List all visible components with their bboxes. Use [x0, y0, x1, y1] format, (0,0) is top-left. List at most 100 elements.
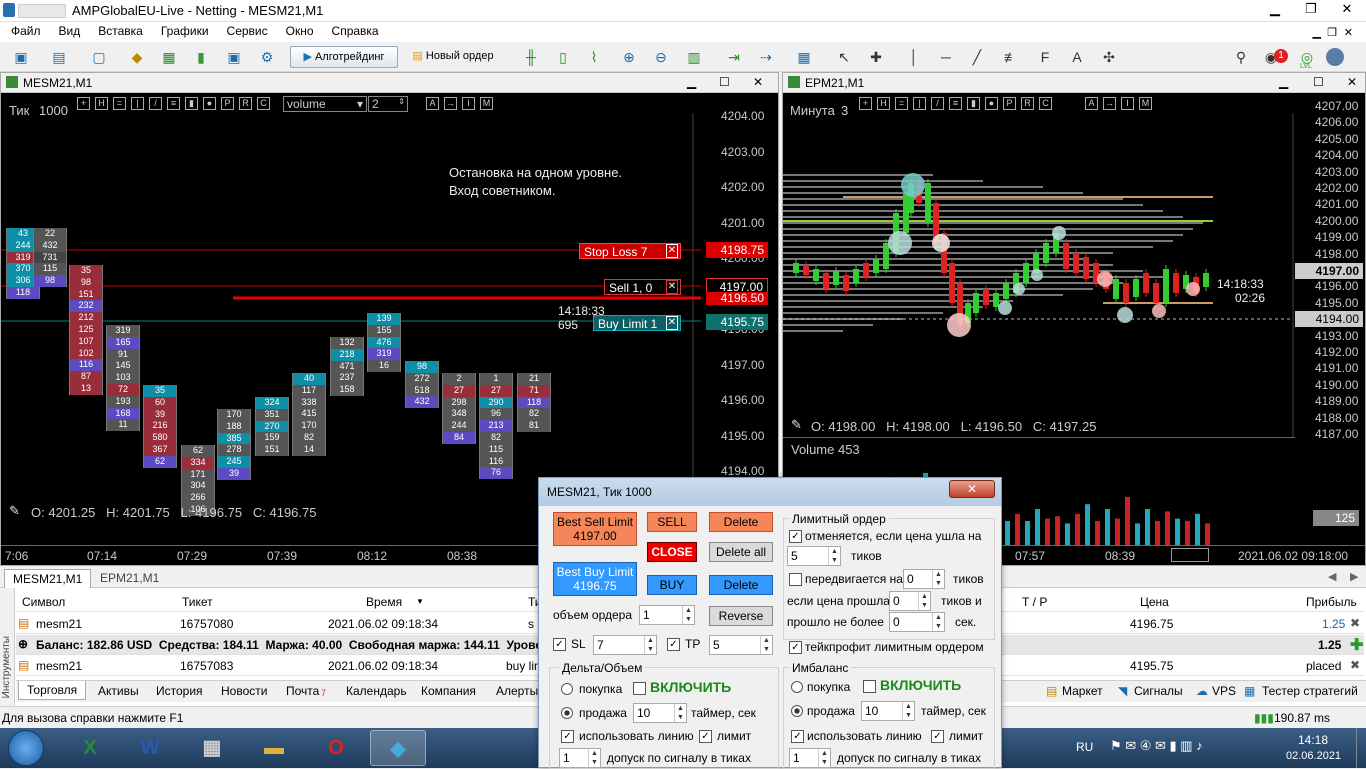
menu-view[interactable]: Вид: [50, 22, 90, 40]
new-order-button[interactable]: ▤ Новый ордер: [404, 46, 502, 68]
word-icon[interactable]: W: [122, 730, 178, 766]
vertical-line-icon[interactable]: │: [905, 48, 923, 66]
show-desktop-button[interactable]: [1356, 728, 1366, 768]
imb-limit-checkbox[interactable]: ✓: [931, 730, 944, 743]
chart-shift-icon[interactable]: ⇢: [757, 48, 775, 66]
language-indicator[interactable]: RU: [1076, 740, 1093, 754]
col-tp[interactable]: Т / Р: [1022, 595, 1047, 609]
tab-trade[interactable]: Торговля: [18, 681, 87, 700]
right-chart-close[interactable]: ✕: [1347, 75, 1357, 89]
imb-enable-checkbox[interactable]: [863, 680, 876, 693]
imb-use-line-checkbox[interactable]: ✓: [791, 730, 804, 743]
col-price[interactable]: Цена: [1140, 595, 1169, 609]
terminal-icon[interactable]: ▣: [225, 48, 243, 66]
no-more-input[interactable]: 0 ▲ ▼: [889, 612, 945, 632]
zoom-in-icon[interactable]: ⊕: [620, 48, 638, 66]
delta-sell-radio[interactable]: [561, 707, 573, 719]
dialog-close-button[interactable]: ✕: [949, 480, 995, 498]
col-ticket[interactable]: Тикет: [182, 595, 213, 609]
spinner-icon[interactable]: ▲ ▼: [682, 606, 694, 624]
tab-signals[interactable]: Сигналы: [1134, 684, 1183, 698]
algo-trading-button[interactable]: ▶ Алготрейдинг: [290, 46, 398, 68]
sell-position-tag[interactable]: Sell 1, 0 ✕: [604, 279, 681, 295]
tab-market[interactable]: Маркет: [1062, 684, 1103, 698]
tray-icons[interactable]: ⚑ ✉ ④ ✉ ▮ ▥ ♪: [1110, 738, 1203, 754]
tabs-left-arrow[interactable]: ◀: [1328, 570, 1336, 583]
spinner-icon[interactable]: ▲ ▼: [674, 704, 686, 722]
delete-sell-button[interactable]: Delete: [709, 512, 773, 532]
tab-strategy-tester[interactable]: Тестер стратегий: [1262, 684, 1358, 698]
minimize-button[interactable]: ▁: [1258, 0, 1292, 20]
cancel-ticks-input[interactable]: 5 ▲ ▼: [787, 546, 841, 566]
stop-loss-tag[interactable]: Stop Loss 7 ✕: [579, 243, 681, 259]
spinner-icon[interactable]: ▲ ▼: [588, 749, 600, 767]
opera-icon[interactable]: O: [308, 730, 364, 766]
zoom-out-icon[interactable]: ⊖: [652, 48, 670, 66]
close-icon[interactable]: ✕: [666, 280, 678, 294]
restore-button[interactable]: ❐: [1294, 0, 1328, 20]
excel-icon[interactable]: X: [62, 730, 118, 766]
bar-chart-icon[interactable]: ╫: [522, 48, 540, 66]
tp-checkbox[interactable]: ✓: [667, 638, 680, 651]
tab-news[interactable]: Новости: [221, 684, 267, 698]
chart-tab-mesm[interactable]: MESM21,M1: [4, 569, 92, 588]
delta-buy-radio[interactable]: [561, 683, 573, 695]
reverse-button[interactable]: Reverse: [709, 606, 773, 626]
tab-vps[interactable]: VPS: [1212, 684, 1236, 698]
right-chart-minimize[interactable]: ▁: [1279, 75, 1288, 89]
crosshair-icon[interactable]: ✚: [867, 48, 885, 66]
tab-company[interactable]: Компания: [421, 684, 476, 698]
sl-input[interactable]: 7 ▲ ▼: [593, 635, 657, 655]
menu-file[interactable]: Файл: [2, 22, 50, 40]
add-icon[interactable]: ✚: [1350, 635, 1363, 655]
horizontal-line-icon[interactable]: ─: [937, 48, 955, 66]
chart-tab-epm[interactable]: EPM21,M1: [92, 571, 167, 585]
menu-help[interactable]: Справка: [323, 22, 388, 40]
left-chart-close[interactable]: ✕: [753, 75, 763, 89]
right-chart-maximize[interactable]: ☐: [1313, 75, 1324, 89]
tile-windows-icon[interactable]: ▥: [685, 48, 703, 66]
tab-mail[interactable]: Почта: [286, 684, 319, 698]
close-icon[interactable]: ✕: [666, 244, 678, 258]
cursor-icon[interactable]: ↖: [835, 48, 853, 66]
best-sell-limit-button[interactable]: Best Sell Limit 4197.00: [553, 512, 637, 546]
line-chart-icon[interactable]: ⌇: [585, 48, 603, 66]
menu-insert[interactable]: Вставка: [89, 22, 152, 40]
spinner-icon[interactable]: ▲ ▼: [932, 570, 944, 588]
avatar[interactable]: [1326, 48, 1344, 66]
metatrader-icon[interactable]: ◆: [370, 730, 426, 766]
moves-checkbox[interactable]: [789, 573, 802, 586]
col-symbol[interactable]: Символ: [22, 595, 65, 609]
delta-timer-input[interactable]: 10 ▲ ▼: [633, 703, 687, 723]
menu-window[interactable]: Окно: [277, 22, 323, 40]
delta-use-line-checkbox[interactable]: ✓: [561, 730, 574, 743]
new-chart-icon[interactable]: ▣: [12, 48, 30, 66]
if-price-input[interactable]: 0 ▲ ▼: [889, 591, 931, 611]
volume-input[interactable]: 1 ▲ ▼: [639, 605, 695, 625]
col-time[interactable]: Время: [366, 595, 402, 609]
auto-scroll-icon[interactable]: ⇥: [725, 48, 743, 66]
imb-tolerance-input[interactable]: 1 ▲ ▼: [789, 748, 831, 768]
moves-input[interactable]: 0 ▲ ▼: [903, 569, 945, 589]
menu-charts[interactable]: Графики: [152, 22, 218, 40]
spinner-icon[interactable]: ▲ ▼: [902, 702, 914, 720]
spinner-icon[interactable]: ▲ ▼: [918, 592, 930, 610]
buy-button[interactable]: BUY: [647, 575, 697, 595]
channel-icon[interactable]: ≢: [1002, 48, 1020, 66]
profiles-icon[interactable]: ▤: [50, 48, 68, 66]
tp-limit-checkbox[interactable]: ✓: [789, 641, 802, 654]
candle-chart-icon[interactable]: ▯: [554, 48, 572, 66]
search-icon[interactable]: ⚲: [1232, 48, 1250, 66]
cancel-if-checkbox[interactable]: ✓: [789, 530, 802, 543]
shapes-icon[interactable]: ✣: [1100, 48, 1118, 66]
data-window-icon[interactable]: ▦: [160, 48, 178, 66]
close-icon[interactable]: ✕: [666, 316, 678, 330]
sell-button[interactable]: SELL: [647, 512, 697, 532]
imb-sell-radio[interactable]: [791, 705, 803, 717]
explorer-icon[interactable]: ▬: [246, 730, 302, 766]
balance-expand-icon[interactable]: ⊕: [18, 637, 28, 651]
tester-icon[interactable]: ⚙: [258, 48, 276, 66]
fibonacci-icon[interactable]: F: [1036, 48, 1054, 66]
spinner-icon[interactable]: ▲ ▼: [932, 613, 944, 631]
imb-buy-radio[interactable]: [791, 681, 803, 693]
